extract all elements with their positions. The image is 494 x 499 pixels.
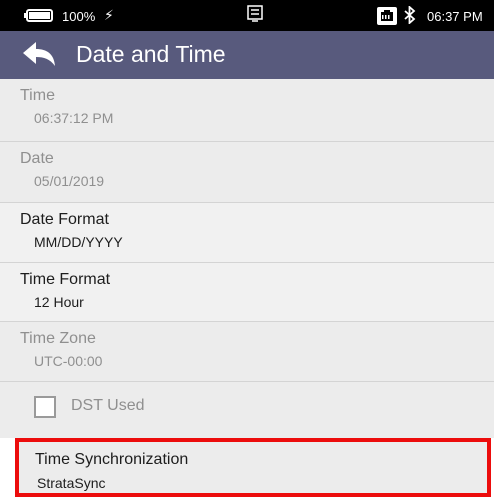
setting-row-date-format[interactable]: Date Format MM/DD/YYYY [0, 203, 494, 263]
date-label: Date [20, 150, 54, 167]
time-format-label: Time Format [20, 271, 111, 288]
battery-icon [24, 9, 53, 22]
page-title: Date and Time [76, 41, 226, 67]
setting-row-date: Date 05/01/2019 [0, 142, 494, 203]
setting-row-dst-used: DST Used [0, 382, 494, 438]
date-time-settings-screen: 100% ⚡ 06:37 PM Date and Time Time 06:37… [0, 0, 494, 499]
bluetooth-icon [404, 6, 416, 24]
time-zone-label: Time Zone [20, 330, 96, 347]
time-label: Time [20, 87, 55, 104]
date-value: 05/01/2019 [34, 173, 105, 189]
back-arrow-icon[interactable] [20, 40, 58, 70]
lightning-bolt-icon: ⚡ [104, 7, 114, 23]
time-synchronization-value: StrataSync [37, 475, 106, 491]
date-format-label: Date Format [20, 211, 109, 228]
time-zone-value: UTC-00:00 [34, 353, 103, 369]
setting-row-time-synchronization[interactable]: Time Synchronization StrataSync [15, 438, 491, 497]
dst-used-label: DST Used [71, 397, 145, 414]
status-clock: 06:37 PM [427, 9, 483, 24]
date-format-value: MM/DD/YYYY [34, 234, 123, 250]
title-bar: Date and Time [0, 31, 494, 79]
setting-row-time-zone: Time Zone UTC-00:00 [0, 322, 494, 382]
dock-icon [247, 5, 263, 22]
setting-row-time-format[interactable]: Time Format 12 Hour [0, 263, 494, 322]
time-value: 06:37:12 PM [34, 110, 114, 126]
status-bar: 100% ⚡ 06:37 PM [0, 0, 494, 31]
dst-used-checkbox[interactable] [34, 396, 56, 418]
time-synchronization-label: Time Synchronization [35, 451, 189, 468]
ethernet-icon [377, 7, 397, 25]
battery-percentage: 100% [62, 9, 96, 24]
setting-row-time: Time 06:37:12 PM [0, 79, 494, 142]
time-format-value: 12 Hour [34, 294, 84, 310]
